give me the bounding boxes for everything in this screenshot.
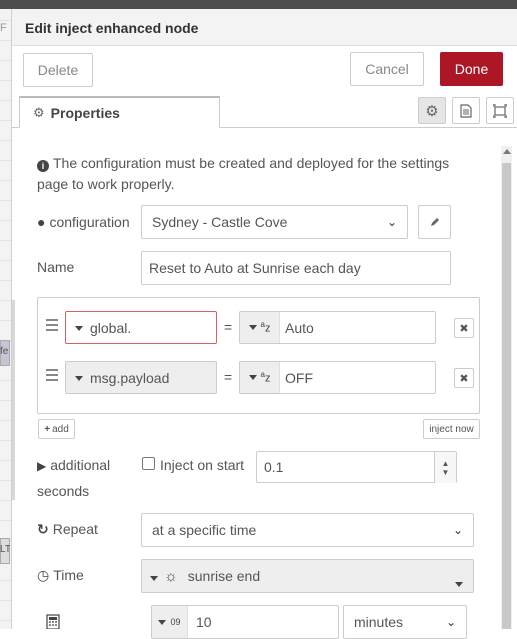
tab-appearance[interactable] (486, 97, 514, 124)
inject-on-start-checkbox[interactable] (142, 457, 155, 470)
type-selector[interactable]: az (240, 362, 280, 393)
cancel-button[interactable]: Cancel (350, 52, 424, 86)
configuration-select[interactable]: Sydney - Castle Cove ⌄ (141, 205, 408, 239)
operator-label: = (224, 369, 233, 385)
appearance-icon (493, 103, 507, 118)
caret-down-icon[interactable] (70, 323, 88, 333)
additional-label: ▶ additional (37, 457, 110, 473)
tray-resize-handle[interactable] (12, 300, 15, 500)
offset-type-selector[interactable]: 09 (152, 606, 188, 638)
spin-down-icon[interactable]: ▼ (442, 468, 450, 477)
additional-text: additional (50, 457, 111, 473)
edit-configuration-button[interactable] (418, 205, 451, 239)
clock-icon: ◷ (37, 567, 50, 583)
chevron-down-icon: ⌄ (452, 523, 463, 537)
property-typed-input[interactable]: msg.payload (65, 361, 217, 394)
type-selector[interactable]: az (240, 312, 280, 343)
operator-label: = (224, 319, 233, 335)
remove-rule-button[interactable]: ✖ (454, 368, 474, 388)
gear-icon: ⚙ (33, 104, 45, 120)
string-type-icon: az (260, 320, 271, 335)
rule-value: Auto (285, 319, 314, 336)
tab-settings-gear[interactable]: ⚙ (418, 97, 446, 124)
repeat-text: Repeat (52, 521, 98, 537)
add-label: add (52, 423, 69, 435)
value-typed-input[interactable]: az OFF (239, 361, 436, 394)
dialog-title-bar: Edit inject enhanced node (12, 9, 517, 46)
properties-scrollbar[interactable] (501, 146, 512, 629)
calculator-icon (46, 614, 60, 629)
spinner-arrows[interactable]: ▲ ▼ (434, 452, 456, 483)
offset-value: 10 (196, 614, 212, 630)
sun-icon: ☼ (164, 567, 178, 585)
time-text: Time (53, 567, 84, 583)
time-value: sunrise end (187, 568, 261, 584)
canvas-text-fragment: F (0, 22, 7, 34)
canvas-text-fragment: LT (0, 544, 10, 555)
close-icon: ✖ (459, 322, 469, 335)
time-label: ◷ Time (37, 567, 84, 584)
configuration-info: i The configuration must be created and d… (37, 153, 457, 195)
name-label: Name (37, 259, 75, 275)
globe-icon: ● (37, 214, 46, 230)
repeat-label: ↻ Repeat (37, 521, 98, 538)
scrollbar-thumb[interactable] (502, 163, 511, 629)
gear-icon: ⚙ (425, 102, 439, 120)
canvas-text-fragment: fe (0, 346, 9, 357)
drag-handle-icon[interactable] (46, 369, 58, 384)
play-circle-icon: ▶ (37, 459, 47, 473)
dialog-title: Edit inject enhanced node (25, 20, 199, 36)
seconds-value: 0.1 (264, 459, 284, 475)
list-item: global. = az Auto ✖ (38, 306, 479, 356)
description-icon (460, 103, 472, 118)
chevron-down-icon: ⌄ (386, 215, 397, 229)
remove-rule-button[interactable]: ✖ (454, 318, 474, 338)
repeat-icon: ↻ (37, 521, 49, 537)
property-typed-input[interactable]: global. (65, 311, 217, 344)
inject-now-button[interactable]: inject now (423, 419, 480, 439)
caret-down-icon[interactable] (70, 373, 88, 383)
tab-properties[interactable]: ⚙ Properties (19, 96, 220, 128)
seconds-label: seconds (37, 483, 90, 499)
time-typed-select[interactable]: ☼ sunrise end (141, 559, 474, 593)
configuration-value: Sydney - Castle Cove (152, 214, 288, 230)
property-value: global. (90, 319, 132, 336)
pencil-icon (430, 218, 439, 226)
property-value: msg.payload (90, 369, 170, 386)
delete-button[interactable]: Delete (23, 53, 93, 87)
caret-down-icon[interactable] (150, 568, 158, 584)
offset-typed-input[interactable]: 09 10 (151, 605, 339, 639)
rule-value: OFF (285, 369, 313, 386)
done-button[interactable]: Done (440, 52, 503, 86)
list-item: msg.payload = az OFF ✖ (38, 356, 479, 406)
seconds-spinner-input[interactable]: 0.1 ▲ ▼ (256, 451, 457, 483)
close-icon: ✖ (459, 372, 469, 385)
chevron-down-icon: ⌄ (445, 615, 456, 629)
scroll-up-arrow-icon[interactable] (503, 149, 511, 154)
tab-description[interactable] (452, 97, 480, 124)
info-text: The configuration must be created and de… (37, 155, 450, 192)
name-input[interactable]: Reset to Auto at Sunrise each day (141, 251, 451, 285)
editor-header-bar (0, 0, 517, 9)
repeat-select[interactable]: at a specific time ⌄ (141, 513, 474, 547)
number-type-icon: 09 (170, 617, 181, 627)
value-typed-input[interactable]: az Auto (239, 311, 436, 344)
repeat-value: at a specific time (152, 522, 257, 538)
spin-up-icon[interactable]: ▲ (442, 459, 450, 468)
tab-properties-label: Properties (50, 104, 120, 121)
configuration-row-label: ● configuration (37, 214, 130, 230)
drag-handle-icon[interactable] (46, 319, 58, 334)
inject-on-start-label: Inject on start (160, 457, 245, 473)
add-rule-button[interactable]: + add (38, 419, 75, 439)
info-icon: i (37, 160, 49, 172)
flow-canvas-edge (0, 0, 12, 629)
property-rules-list: global. = az Auto ✖ msg.payload = az OFF… (37, 297, 480, 414)
plus-icon: + (44, 423, 51, 435)
offset-unit-select[interactable]: minutes ⌄ (343, 605, 467, 639)
offset-unit-value: minutes (354, 614, 404, 630)
configuration-label: configuration (49, 214, 130, 230)
caret-down-icon (455, 574, 463, 590)
string-type-icon: az (260, 370, 271, 385)
name-value: Reset to Auto at Sunrise each day (149, 260, 361, 276)
